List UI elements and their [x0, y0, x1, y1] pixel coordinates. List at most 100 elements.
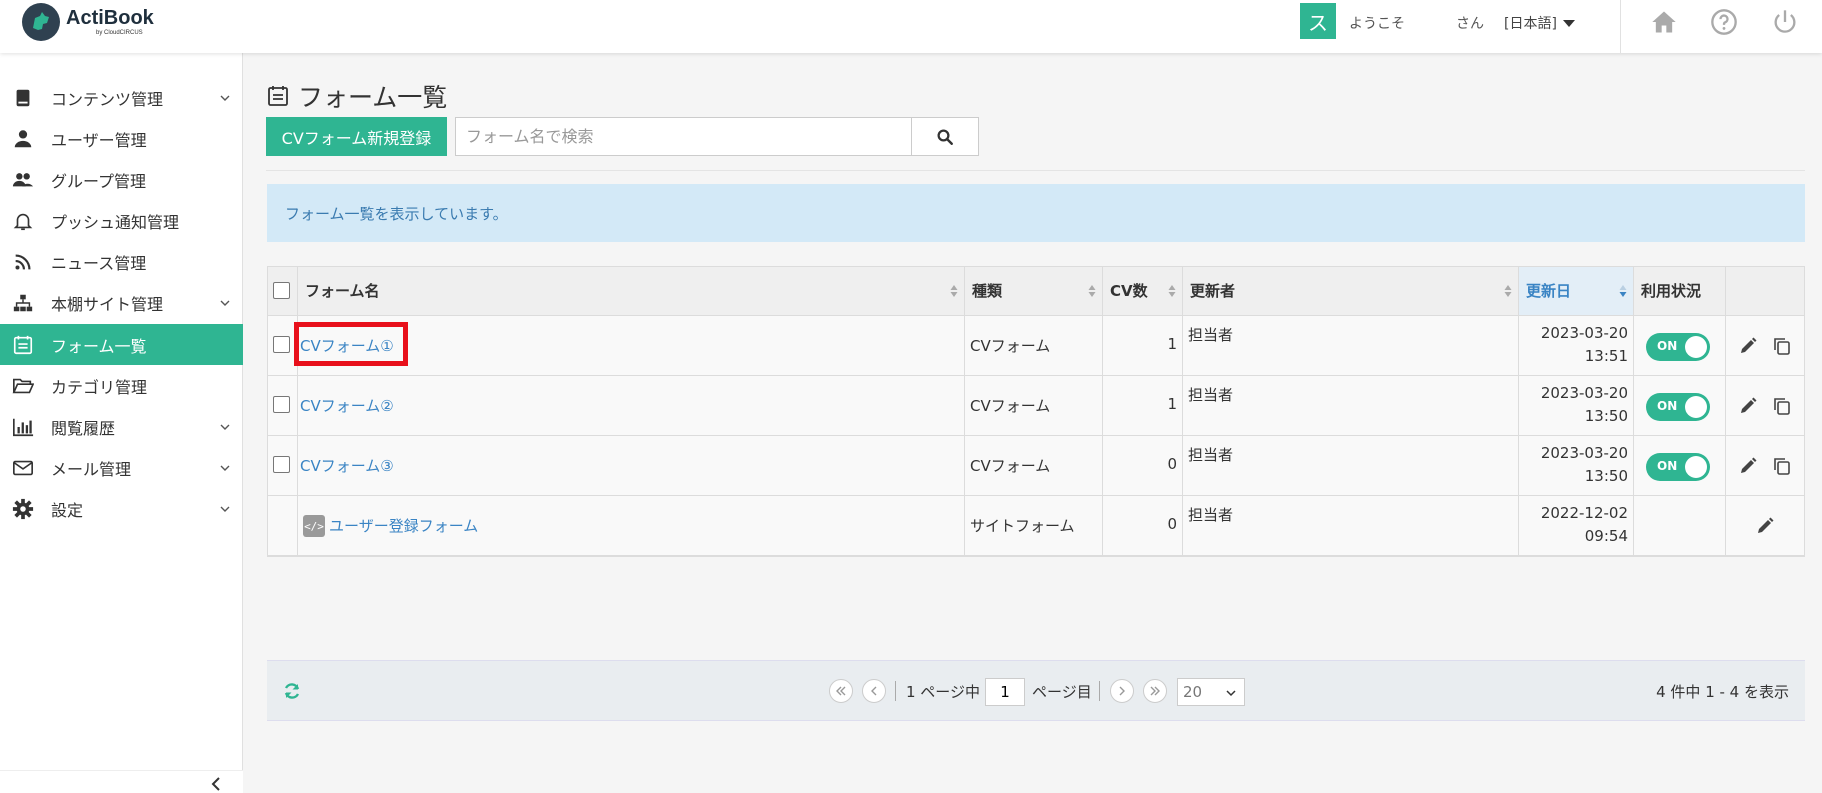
rss-icon	[15, 253, 31, 270]
page-number-input[interactable]	[985, 678, 1025, 706]
power-icon[interactable]	[1771, 8, 1799, 36]
sidebar-item-users[interactable]: ユーザー管理	[0, 118, 243, 159]
header-divider	[1620, 0, 1621, 53]
logo-name: ActiBook	[66, 7, 154, 29]
row-checkbox[interactable]	[273, 336, 290, 353]
info-message: フォーム一覧を表示しています。	[267, 184, 1805, 242]
sort-icon	[1088, 285, 1096, 297]
sidebar-item-groups[interactable]: グループ管理	[0, 159, 243, 200]
chevron-down-icon	[220, 506, 230, 512]
row-checkbox[interactable]	[273, 396, 290, 413]
column-header-type[interactable]: 種類	[965, 267, 1103, 315]
column-header-cv[interactable]: CV数	[1103, 267, 1183, 315]
user-avatar[interactable]: ス	[1300, 3, 1336, 39]
sidebar-item-label: フォーム一覧	[51, 336, 147, 356]
copy-icon[interactable]	[1772, 456, 1792, 476]
updated-date: 2023-03-20	[1540, 384, 1628, 402]
sidebar-item-label: プッシュ通知管理	[51, 212, 180, 232]
folder-icon	[12, 378, 34, 393]
edit-icon[interactable]	[1738, 336, 1758, 356]
gear-icon	[12, 498, 34, 519]
double-chevron-right-icon	[1150, 686, 1160, 696]
table-row: CVフォーム① CVフォーム 1 担当者 2023-03-20 13:51 ON	[268, 316, 1804, 376]
updated-date: 2023-03-20	[1540, 444, 1628, 462]
highlight-box	[294, 322, 408, 366]
sidebar-item-news[interactable]: ニュース管理	[0, 241, 243, 282]
actibook-logo[interactable]: ActiBook by CloudCIRCUS	[22, 3, 154, 41]
select-all-checkbox[interactable]	[273, 282, 290, 299]
collapse-sidebar-icon[interactable]	[210, 777, 222, 791]
sidebar-item-push[interactable]: プッシュ通知管理	[0, 200, 243, 241]
envelope-icon	[13, 460, 33, 475]
form-name-link[interactable]: CVフォーム③	[300, 455, 394, 476]
sidebar-item-mail[interactable]: メール管理	[0, 447, 243, 488]
caret-down-icon	[1562, 19, 1575, 27]
refresh-icon[interactable]	[282, 681, 302, 701]
copy-icon[interactable]	[1772, 336, 1792, 356]
prev-page-button[interactable]	[862, 679, 886, 703]
book-icon	[16, 89, 30, 106]
language-selector[interactable]: [日本語]	[1504, 13, 1575, 33]
updated-date: 2022-12-02	[1540, 504, 1628, 522]
language-label: [日本語]	[1504, 16, 1557, 32]
sidebar-item-category[interactable]: カテゴリ管理	[0, 365, 243, 406]
updater: 担当者	[1188, 446, 1234, 464]
form-name-link[interactable]: CVフォーム②	[300, 395, 394, 416]
status-toggle[interactable]: ON	[1646, 333, 1710, 361]
page-title-text: フォーム一覧	[298, 83, 448, 112]
copy-icon[interactable]	[1772, 396, 1792, 416]
sidebar-item-label: 閲覧履歴	[51, 418, 116, 438]
sidebar-item-label: コンテンツ管理	[51, 89, 164, 109]
page-prefix: 1 ページ中	[906, 683, 981, 701]
chevron-down-icon	[220, 424, 230, 430]
status-toggle[interactable]: ON	[1646, 453, 1710, 481]
cv-count: 1	[1167, 335, 1177, 353]
row-checkbox[interactable]	[273, 456, 290, 473]
column-header-status: 利用状況	[1634, 267, 1726, 315]
per-page-select[interactable]: 20	[1177, 678, 1245, 706]
sort-desc-icon	[1619, 285, 1627, 297]
new-cv-form-button[interactable]: CVフォーム新規登録	[266, 117, 447, 156]
edit-icon[interactable]	[1755, 516, 1775, 536]
page-suffix: ページ目	[1032, 683, 1092, 701]
sidebar-item-label: メール管理	[51, 459, 132, 479]
search-input[interactable]	[455, 117, 912, 156]
updated-time: 13:51	[1584, 347, 1628, 365]
sidebar-item-forms[interactable]: フォーム一覧	[0, 324, 243, 365]
updated-time: 13:50	[1584, 467, 1628, 485]
column-header-updater[interactable]: 更新者	[1183, 267, 1519, 315]
bar-chart-icon	[13, 418, 34, 436]
table-header: フォーム名 種類 CV数 更新者 更新日 利用状況	[268, 267, 1804, 316]
sort-icon	[1504, 285, 1512, 297]
status-toggle[interactable]: ON	[1646, 393, 1710, 421]
app-header: ActiBook by CloudCIRCUS ス ようこそ さん [日本語]	[0, 0, 1822, 53]
last-page-button[interactable]	[1143, 679, 1167, 703]
sidebar-item-history[interactable]: 閲覧履歴	[0, 406, 243, 447]
column-header-name[interactable]: フォーム名	[298, 267, 965, 315]
pagination-bar: 1 ページ中 ページ目 20 4 件中 1 - 4 を表示	[267, 660, 1805, 721]
form-icon	[268, 86, 288, 106]
column-header-date[interactable]: 更新日	[1519, 267, 1634, 315]
next-page-button[interactable]	[1110, 679, 1134, 703]
updated-time: 13:50	[1584, 407, 1628, 425]
sidebar-item-settings[interactable]: 設定	[0, 488, 243, 529]
sidebar-item-contents[interactable]: コンテンツ管理	[0, 77, 243, 118]
sidebar-item-label: 設定	[51, 500, 84, 520]
edit-icon[interactable]	[1738, 456, 1758, 476]
form-type: CVフォーム	[970, 337, 1051, 355]
user-suffix: さん	[1456, 16, 1484, 32]
first-page-button[interactable]	[829, 679, 853, 703]
cv-count: 0	[1167, 455, 1177, 473]
sidebar-item-bookshelf[interactable]: 本棚サイト管理	[0, 282, 243, 323]
home-icon[interactable]	[1650, 8, 1678, 36]
chevron-down-icon	[1226, 690, 1236, 697]
edit-icon[interactable]	[1738, 396, 1758, 416]
help-icon[interactable]	[1710, 8, 1738, 36]
sitemap-icon	[13, 294, 33, 311]
code-icon: </>	[303, 515, 325, 537]
form-name-link[interactable]: ユーザー登録フォーム	[329, 515, 478, 536]
updater: 担当者	[1188, 506, 1234, 524]
search-button[interactable]	[911, 117, 979, 156]
chevron-right-icon	[1119, 686, 1125, 696]
sidebar-item-label: ニュース管理	[51, 253, 147, 273]
